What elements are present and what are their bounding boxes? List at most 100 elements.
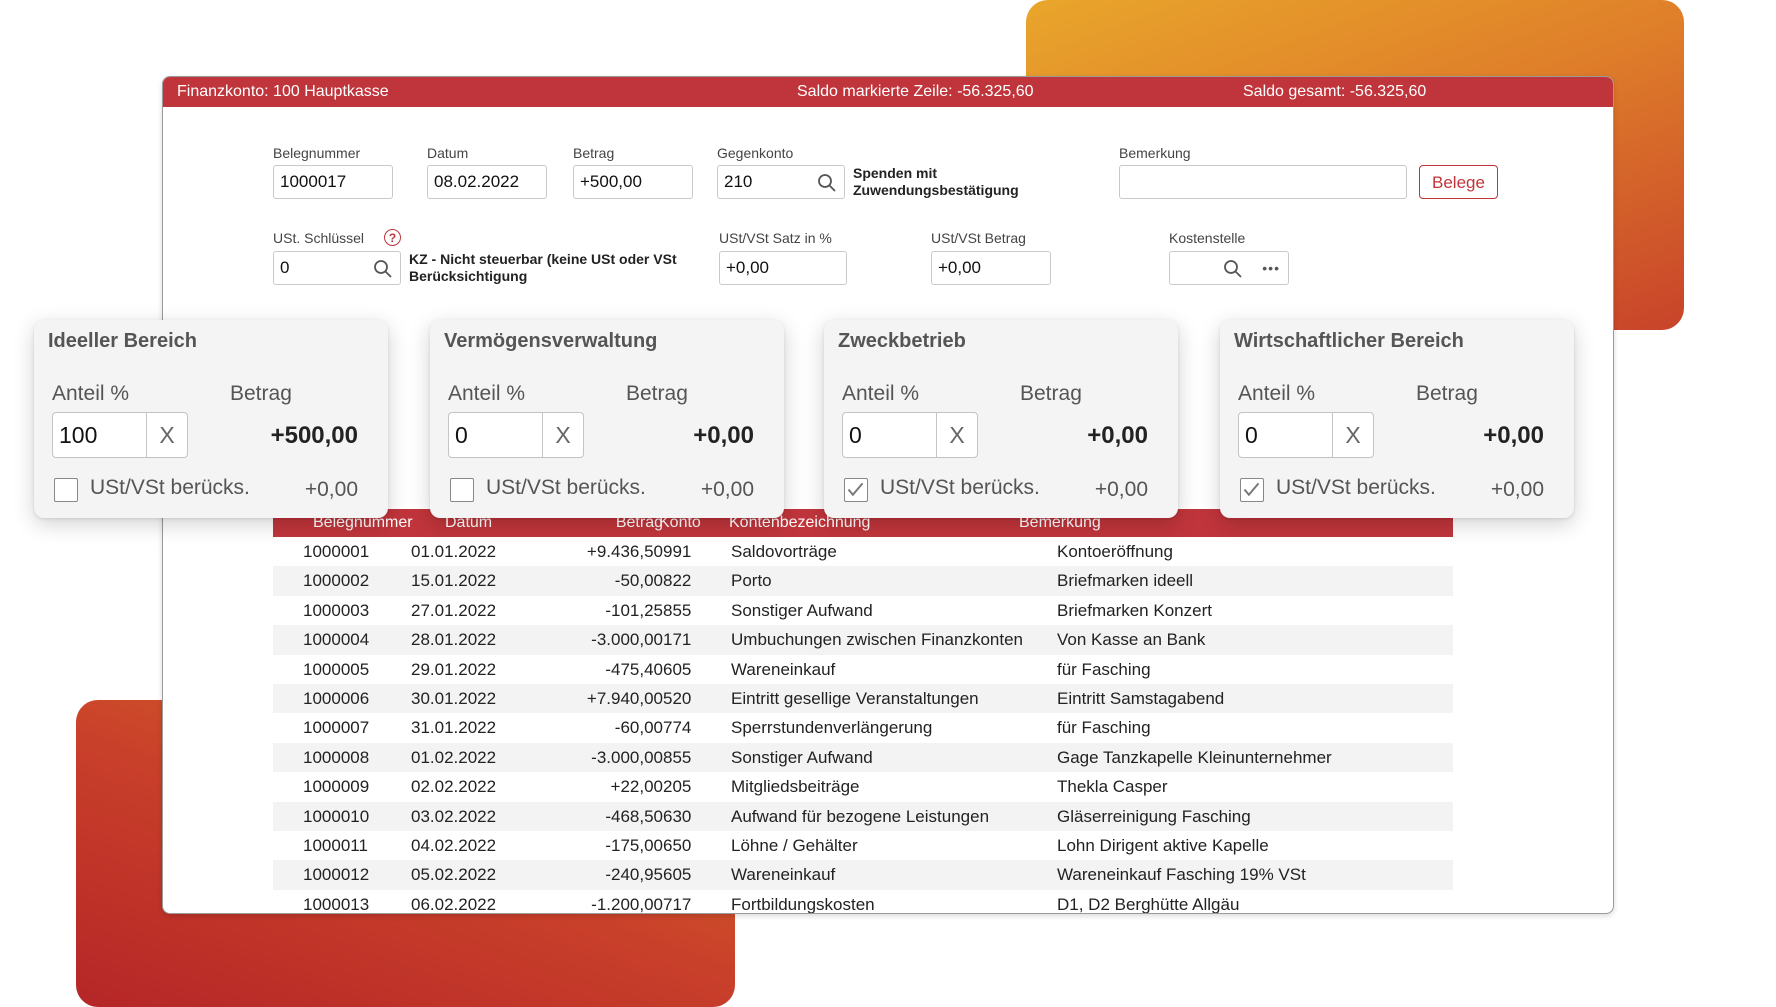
ust-schluessel-input[interactable]: 0 bbox=[273, 251, 401, 285]
cell-datum: 04.02.2022 bbox=[411, 835, 497, 855]
cell-betrag: -468,50 bbox=[605, 806, 663, 826]
cell-betrag: -3.000,00 bbox=[591, 747, 663, 767]
cell-kontenbezeichnung: Wareneinkauf bbox=[731, 865, 836, 885]
table-row[interactable]: 1000007 31.01.2022 -60,00 774 Sperrstundenve… bbox=[273, 713, 1453, 742]
cell-bemerkung: Gage Tanzkapelle Kleinunternehmer bbox=[1057, 747, 1332, 767]
cell-kontenbezeichnung: Saldovorträge bbox=[731, 542, 837, 561]
belegnummer-input[interactable]: 1000017 bbox=[273, 165, 393, 199]
card-betrag: +0,00 bbox=[693, 422, 754, 449]
anteil-input[interactable]: 100 X bbox=[52, 412, 188, 458]
cell-betrag: -175,00 bbox=[605, 835, 663, 855]
betrag-label: Betrag bbox=[1020, 382, 1082, 405]
card-title: Wirtschaftlicher Bereich bbox=[1234, 330, 1464, 352]
anteil-input[interactable]: 0X bbox=[842, 412, 978, 458]
ust-checkbox-label: USt/VSt berücks. bbox=[880, 476, 1040, 499]
cell-konto: 630 bbox=[663, 806, 692, 826]
cell-bemerkung: Wareneinkauf Fasching 19% VSt bbox=[1057, 865, 1306, 885]
allocation-card: Wirtschaftlicher Bereich Anteil % Betrag 0 X… bbox=[1220, 320, 1574, 518]
help-icon[interactable]: ? bbox=[384, 229, 401, 246]
cell-bemerkung: Briefmarken Konzert bbox=[1057, 600, 1212, 620]
card-vst-amount: +0,00 bbox=[304, 478, 358, 501]
table-row[interactable]: 1000010 03.02.2022 -468,50 630 Aufwand für b… bbox=[273, 801, 1453, 831]
title-bar: Finanzkonto: 100 Hauptkasse Saldo markie… bbox=[163, 77, 1613, 107]
table-row[interactable]: 1000003 27.01.2022 -101,25 855 Sonstiger Auf… bbox=[273, 596, 1453, 625]
bemerkung-label: Bemerkung bbox=[1119, 145, 1191, 161]
anteil-input[interactable]: 0X bbox=[1238, 412, 1374, 458]
table-row[interactable]: 1000001 01.01.2022 +9.436,50 991 Saldovorträ… bbox=[273, 537, 1453, 566]
table-row[interactable]: 1000012 05.02.2022 -240,95 605 Wareneinkauf W… bbox=[273, 860, 1453, 890]
cell-bemerkung: Von Kasse an Bank bbox=[1057, 630, 1206, 650]
cell-datum: 28.01.2022 bbox=[411, 630, 497, 650]
cell-bemerkung: Briefmarken ideell bbox=[1057, 571, 1194, 591]
table-row[interactable]: 1000013 06.02.2022 -1.200,00 717 Fortbildung… bbox=[273, 890, 1453, 914]
cell-kontenbezeichnung: Eintritt gesellige Veranstaltungen bbox=[731, 688, 979, 708]
cell-bemerkung: Lohn Dirigent aktive Kapelle bbox=[1057, 835, 1269, 855]
cell-bemerkung: D1, D2 Berghütte Allgäu bbox=[1057, 894, 1240, 914]
cell-konto: 822 bbox=[663, 571, 692, 591]
belege-button[interactable]: Belege bbox=[1419, 165, 1498, 199]
datum-label: Datum bbox=[427, 145, 469, 161]
ust-betrag-input[interactable]: +0,00 bbox=[931, 251, 1051, 285]
cell-kontenbezeichnung: Aufwand für bezogene Leistungen bbox=[731, 806, 990, 826]
cell-betrag: +9.436,50 bbox=[586, 542, 663, 561]
table-row[interactable]: 1000004 28.01.2022 -3.000,00 171 Umbuchungen… bbox=[273, 625, 1453, 655]
table-row[interactable]: 1000006 30.01.2022 +7.940,00 520 Eintritt ge… bbox=[273, 683, 1453, 714]
table-body: 1000001 01.01.2022 +9.436,50 991 Saldovorträ… bbox=[273, 537, 1453, 914]
saldo-marked-row: Saldo markierte Zeile: -56.325,60 bbox=[797, 83, 1034, 100]
ust-checkbox[interactable] bbox=[450, 478, 474, 502]
cell-datum: 30.01.2022 bbox=[411, 688, 497, 708]
cell-kontenbezeichnung: Porto bbox=[731, 571, 772, 591]
cell-belegnummer: 1000006 bbox=[303, 688, 370, 708]
table-row[interactable]: 1000008 01.02.2022 -3.000,00 855 Sonstiger A… bbox=[273, 742, 1453, 773]
card-betrag: +0,00 bbox=[1087, 422, 1148, 449]
ust-checkbox[interactable] bbox=[844, 478, 868, 502]
cell-konto: 171 bbox=[663, 630, 692, 650]
search-icon[interactable] bbox=[1222, 258, 1244, 280]
kostenstelle-label: Kostenstelle bbox=[1169, 230, 1246, 246]
clear-icon[interactable]: X bbox=[1332, 413, 1373, 457]
more-options-icon[interactable]: ••• bbox=[1262, 252, 1280, 284]
ust-checkbox[interactable] bbox=[54, 478, 78, 502]
cell-belegnummer: 1000008 bbox=[303, 747, 370, 767]
cell-konto: 855 bbox=[663, 747, 692, 767]
clear-icon[interactable]: X bbox=[936, 413, 977, 457]
cell-betrag: -60,00 bbox=[614, 718, 663, 738]
bemerkung-input[interactable] bbox=[1119, 165, 1407, 199]
clear-icon[interactable]: X bbox=[542, 413, 583, 457]
anteil-value: 0 bbox=[1245, 422, 1258, 448]
search-icon[interactable] bbox=[372, 258, 394, 280]
cell-belegnummer: 1000010 bbox=[303, 806, 370, 826]
anteil-label: Anteil % bbox=[448, 382, 526, 405]
ust-checkbox-label: USt/VSt berücks. bbox=[90, 476, 250, 499]
gegenkonto-input[interactable]: 210 bbox=[717, 165, 845, 199]
card-title: Vermögensverwaltung bbox=[444, 330, 658, 352]
anteil-input[interactable]: 0X bbox=[448, 412, 584, 458]
cell-kontenbezeichnung: Umbuchungen zwischen Finanzkonten bbox=[731, 630, 1024, 650]
cell-datum: 29.01.2022 bbox=[411, 659, 497, 679]
table-row[interactable]: 1000002 15.01.2022 -50,00 822 Porto Briefmark… bbox=[273, 566, 1453, 596]
clear-icon[interactable]: X bbox=[146, 413, 187, 457]
ust-satz-input[interactable]: +0,00 bbox=[719, 251, 847, 285]
cell-datum: 31.01.2022 bbox=[411, 718, 497, 738]
ust-checkbox-label: USt/VSt berücks. bbox=[1276, 476, 1436, 499]
ust-checkbox[interactable] bbox=[1240, 478, 1264, 502]
table-row[interactable]: 1000005 29.01.2022 -475,40 605 Wareneinkauf f… bbox=[273, 655, 1453, 684]
card-vst-amount: +0,00 bbox=[700, 478, 754, 501]
ust-satz-label: USt/VSt Satz in % bbox=[719, 230, 832, 246]
cell-bemerkung: Thekla Casper bbox=[1057, 777, 1168, 797]
card-vst-amount: +0,00 bbox=[1094, 478, 1148, 501]
table-row[interactable]: 1000009 02.02.2022 +22,00 205 Mitgliedsbeitr… bbox=[273, 772, 1453, 801]
cell-datum: 01.02.2022 bbox=[411, 747, 497, 767]
search-icon[interactable] bbox=[816, 172, 838, 194]
cell-belegnummer: 1000003 bbox=[303, 600, 370, 620]
kostenstelle-input[interactable]: ••• bbox=[1169, 251, 1289, 285]
datum-input[interactable]: 08.02.2022 bbox=[427, 165, 547, 199]
cell-konto: 774 bbox=[663, 718, 692, 738]
cell-kontenbezeichnung: Mitgliedsbeiträge bbox=[731, 777, 860, 797]
betrag-input[interactable]: +500,00 bbox=[573, 165, 693, 199]
anteil-value: 0 bbox=[849, 422, 862, 448]
cell-betrag: -240,95 bbox=[605, 865, 663, 885]
table-row[interactable]: 1000011 04.02.2022 -175,00 650 Löhne / Gehäl… bbox=[273, 831, 1453, 860]
cell-belegnummer: 1000005 bbox=[303, 659, 370, 679]
betrag-label: Betrag bbox=[573, 145, 615, 161]
